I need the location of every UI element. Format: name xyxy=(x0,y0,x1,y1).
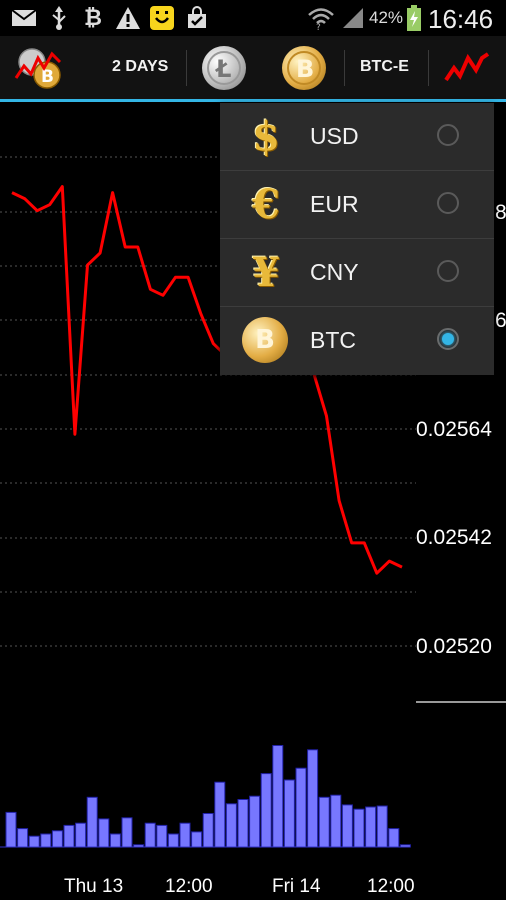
action-bar: B 2 DAYS Ł B BTC-E xyxy=(0,36,506,100)
menu-item-usd[interactable]: $ USD xyxy=(220,103,494,171)
volume-bar xyxy=(98,818,110,848)
menu-item-label: CNY xyxy=(310,259,359,285)
volume-bar xyxy=(260,773,272,848)
volume-bar xyxy=(63,824,75,848)
volume-bar xyxy=(353,808,365,848)
volume-bar xyxy=(144,822,156,848)
menu-item-cny[interactable]: ¥ CNY xyxy=(220,239,494,307)
clock: 16:46 xyxy=(428,4,494,34)
menu-item-label: USD xyxy=(310,123,359,149)
line-chart-icon[interactable] xyxy=(444,50,490,86)
volume-bar xyxy=(17,828,29,848)
x-tick-label: 12:00 xyxy=(165,876,213,897)
volume-bar xyxy=(341,804,353,848)
volume-bar xyxy=(28,835,40,848)
radio-eur[interactable] xyxy=(437,192,459,214)
menu-item-label: BTC xyxy=(310,327,356,353)
divider xyxy=(428,50,429,86)
menu-item-eur[interactable]: € EUR xyxy=(220,171,494,239)
volume-bar xyxy=(202,813,214,848)
volume-bar xyxy=(156,824,168,848)
x-tick-label: Thu 13 xyxy=(64,876,124,897)
x-tick-label: 12:00 xyxy=(367,876,415,897)
volume-bar xyxy=(318,796,330,848)
volume-bar xyxy=(167,833,179,848)
radio-usd[interactable] xyxy=(437,124,459,146)
volume-bar xyxy=(179,822,191,848)
divider xyxy=(186,50,187,86)
period-button[interactable]: 2 DAYS xyxy=(112,58,168,76)
volume-bar xyxy=(5,811,17,848)
y-tick-label: 0.02564 xyxy=(416,418,492,441)
divider xyxy=(344,50,345,86)
y-tick-label-partial: 8 xyxy=(495,201,506,224)
volume-bar xyxy=(51,830,63,848)
usb-icon xyxy=(48,6,70,30)
battery-percent: 42% xyxy=(369,8,404,27)
smiley-app-icon xyxy=(148,6,176,30)
menu-item-label: EUR xyxy=(310,191,359,217)
x-tick-label: Fri 14 xyxy=(272,876,321,897)
svg-text:B: B xyxy=(41,67,54,87)
dollar-icon: $ xyxy=(252,112,280,160)
radio-cny[interactable] xyxy=(437,260,459,282)
y-tick-label-partial: 6 xyxy=(495,309,506,332)
volume-bar xyxy=(109,833,121,848)
shopping-bag-icon xyxy=(184,6,210,30)
volume-bar xyxy=(191,831,203,848)
svg-text:B: B xyxy=(296,55,314,83)
bitcoin-icon: ₿ xyxy=(84,5,102,30)
wifi-icon: ? xyxy=(307,6,335,30)
volume-bar xyxy=(283,779,295,848)
exchange-button[interactable]: BTC-E xyxy=(360,58,409,76)
mail-icon xyxy=(10,6,38,30)
chart-coin-app-icon[interactable]: B xyxy=(14,46,66,92)
battery-charging-icon xyxy=(406,5,422,31)
volume-bar xyxy=(214,781,226,848)
yuan-icon: ¥ xyxy=(252,248,280,296)
volume-bar xyxy=(365,806,377,848)
volume-bar xyxy=(330,794,342,848)
bitcoin-coin-icon: B xyxy=(242,317,288,363)
warning-icon xyxy=(114,6,142,30)
volume-bar xyxy=(295,767,307,848)
volume-bar xyxy=(272,745,284,848)
status-bar: ₿ ? 42% 16:46 xyxy=(0,0,506,36)
currency-menu: $ USD € EUR ¥ CNY B BTC xyxy=(220,103,494,375)
volume-bar xyxy=(249,795,261,848)
volume-bar xyxy=(86,796,98,848)
volume-bar xyxy=(307,749,319,848)
menu-item-btc[interactable]: B BTC xyxy=(220,307,494,374)
y-tick-label: 0.02542 xyxy=(416,526,492,549)
radio-btc[interactable] xyxy=(437,328,459,350)
bitcoin-icon[interactable]: B xyxy=(282,46,326,90)
litecoin-icon[interactable]: Ł xyxy=(202,46,246,90)
volume-bar xyxy=(237,799,249,848)
volume-bar xyxy=(75,822,87,848)
svg-text:Ł: Ł xyxy=(214,55,231,83)
svg-text:?: ? xyxy=(316,23,321,30)
y-tick-label: 0.02520 xyxy=(416,635,492,658)
volume-bar xyxy=(121,817,133,848)
signal-icon xyxy=(340,6,366,30)
volume-bar xyxy=(388,828,400,848)
volume-bar xyxy=(40,833,52,848)
euro-icon: € xyxy=(252,180,280,228)
volume-bar xyxy=(376,805,388,848)
volume-bar xyxy=(225,803,237,848)
